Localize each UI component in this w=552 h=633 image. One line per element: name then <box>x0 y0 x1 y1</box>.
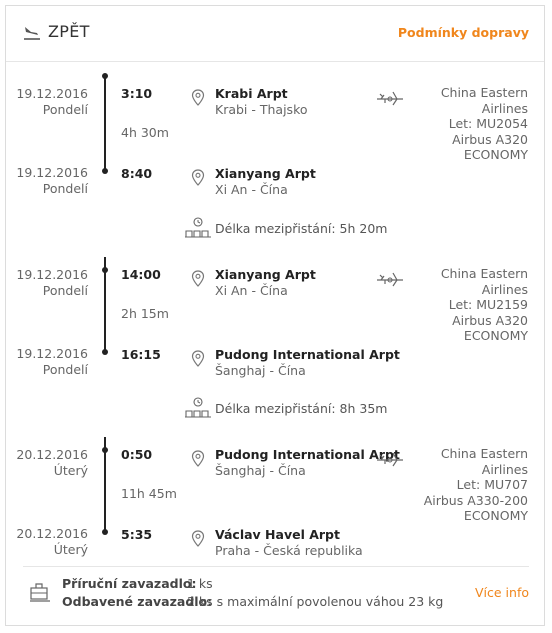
departure-date: 20.12.2016 Úterý <box>16 447 88 478</box>
timeline-dot <box>102 168 108 174</box>
arrival-airport: Pudong International Arpt <box>215 347 400 362</box>
arrival-time: 16:15 <box>121 347 161 362</box>
flight-duration: 2h 15m <box>121 306 169 321</box>
departure-city: Xi An - Čína <box>215 283 288 298</box>
arrival-airport: Xianyang Arpt <box>215 166 316 181</box>
carrier-info: China Eastern Airlines Let: MU2159 Airbus A… <box>440 266 528 343</box>
departure-time: 3:10 <box>121 86 153 101</box>
arrival-date: 19.12.2016 Pondelí <box>16 165 88 196</box>
layover-duration: Délka mezipřistání: 8h 35m <box>215 401 388 416</box>
departure-airport: Krabi Arpt <box>215 86 288 101</box>
flight-duration: 11h 45m <box>121 486 177 501</box>
timeline-dot <box>102 349 108 355</box>
departure-city: Krabi - Thajsko <box>215 102 308 117</box>
transport-conditions-link[interactable]: Podmínky dopravy <box>398 25 529 40</box>
airplane-icon <box>377 452 403 467</box>
location-pin-icon <box>191 89 205 106</box>
arrival-city: Šanghaj - Čína <box>215 363 306 378</box>
checked-baggage-value: 2 ks s maximální povolenou váhou 23 kg <box>187 594 444 609</box>
timeline-dot <box>102 267 108 273</box>
waiting-room-icon <box>185 397 211 418</box>
carrier-info: China Eastern Airlines Let: MU707 Airbus A3… <box>423 446 528 523</box>
departure-date: 19.12.2016 Pondelí <box>16 267 88 298</box>
carrier-info: China Eastern Airlines Let: MU2054 Airbus A… <box>440 85 528 162</box>
back-button[interactable]: ZPĚT <box>23 22 90 41</box>
departure-airport: Xianyang Arpt <box>215 267 316 282</box>
departure-airport: Pudong International Arpt <box>215 447 400 462</box>
arrival-date: 20.12.2016 Úterý <box>16 526 88 557</box>
arrival-city: Praha - Česká republika <box>215 543 363 558</box>
location-pin-icon <box>191 450 205 467</box>
arrival-time: 8:40 <box>121 166 153 181</box>
luggage-icon <box>30 583 50 602</box>
departure-time: 0:50 <box>121 447 153 462</box>
timeline-line <box>104 76 106 170</box>
location-pin-icon <box>191 350 205 367</box>
location-pin-icon <box>191 270 205 287</box>
arrival-city: Xi An - Čína <box>215 182 288 197</box>
timeline-dot <box>102 73 108 79</box>
location-pin-icon <box>191 169 205 186</box>
waiting-room-icon <box>185 217 211 238</box>
cabin-baggage-value: 1 ks <box>187 576 213 591</box>
arrival-date: 19.12.2016 Pondelí <box>16 346 88 377</box>
departure-date: 19.12.2016 Pondelí <box>16 86 88 117</box>
arrival-airport: Václav Havel Arpt <box>215 527 340 542</box>
back-label: ZPĚT <box>48 22 90 41</box>
timeline-dot <box>102 529 108 535</box>
cabin-baggage-label: Příruční zavazadlo: <box>62 576 197 591</box>
flight-detail-card: ZPĚT Podmínky dopravy 19.12.2016 Pondelí … <box>5 5 545 626</box>
baggage-footer: Příruční zavazadlo: 1 ks Odbavené zavaza… <box>23 566 529 609</box>
airplane-icon <box>377 272 403 287</box>
departure-time: 14:00 <box>121 267 161 282</box>
location-pin-icon <box>191 530 205 547</box>
more-info-link[interactable]: Více info <box>475 585 529 600</box>
header: ZPĚT Podmínky dopravy <box>6 6 544 62</box>
departure-city: Šanghaj - Čína <box>215 463 306 478</box>
timeline-dot <box>102 447 108 453</box>
flight-duration: 4h 30m <box>121 125 169 140</box>
arrival-time: 5:35 <box>121 527 153 542</box>
airplane-icon <box>377 91 403 106</box>
plane-landing-icon <box>24 26 40 40</box>
layover-duration: Délka mezipřistání: 5h 20m <box>215 221 388 236</box>
